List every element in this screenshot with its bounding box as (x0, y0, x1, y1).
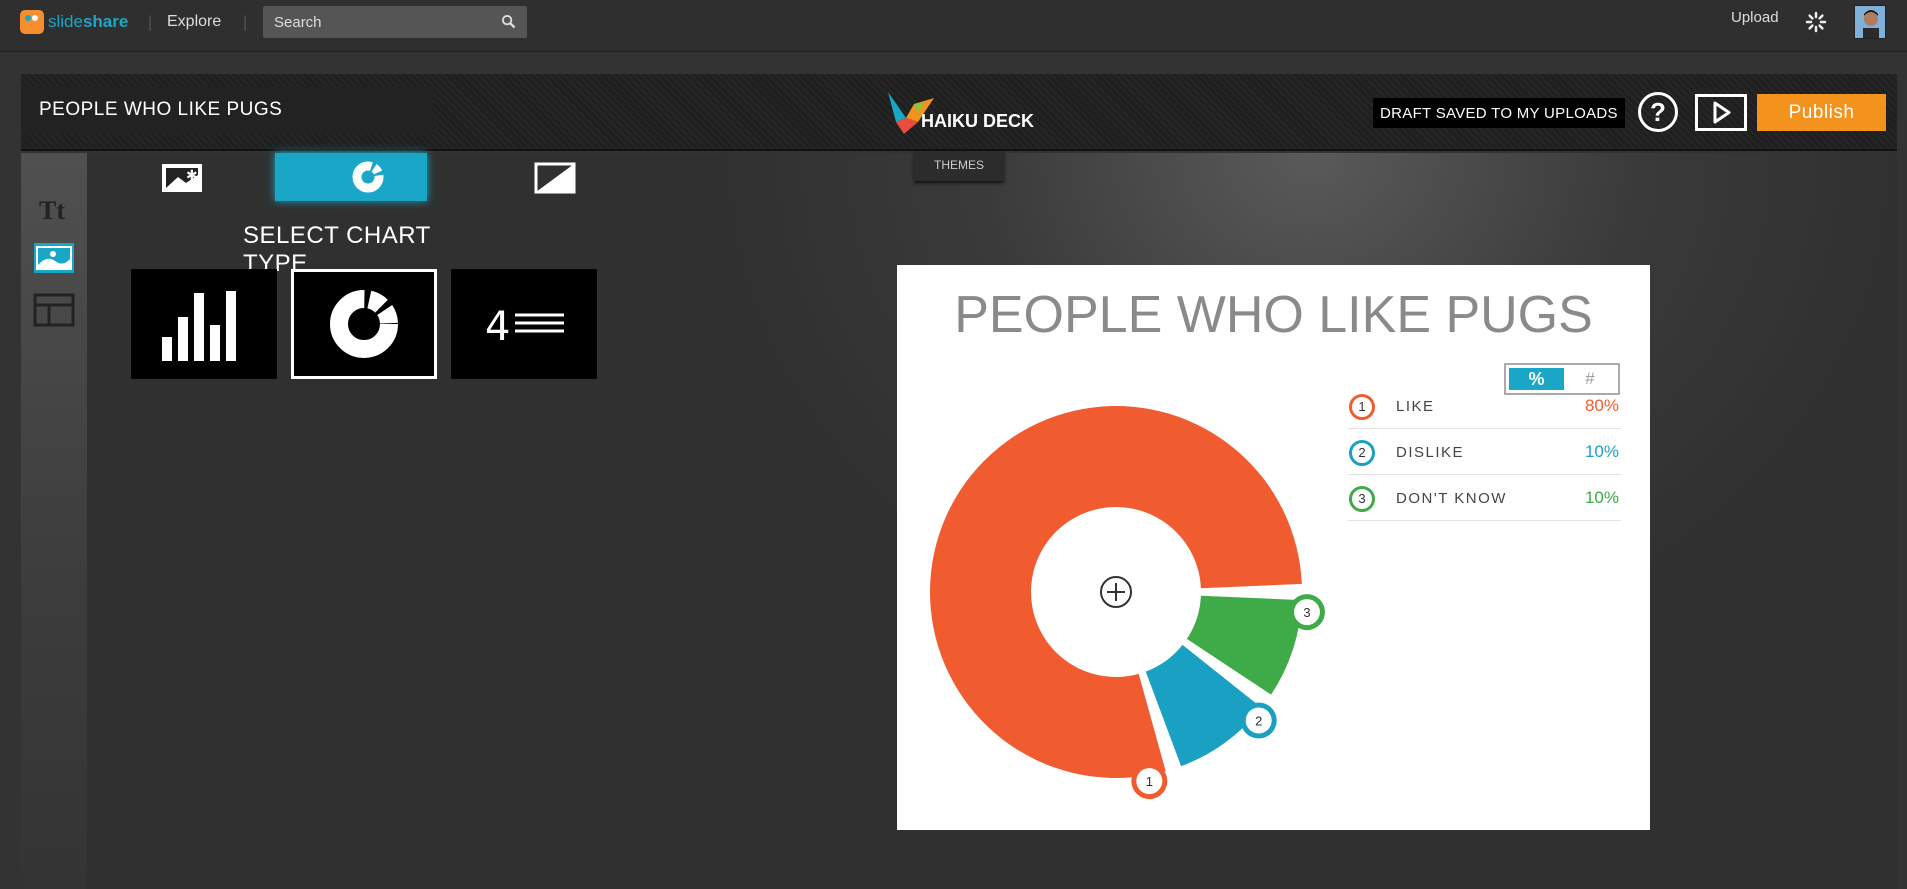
tab-chart[interactable] (275, 153, 427, 201)
slideshare-icon (20, 10, 44, 34)
svg-text:Tt: Tt (39, 196, 65, 225)
explore-link[interactable]: Explore (167, 13, 221, 31)
image-icon: ✱ (162, 164, 202, 192)
chart-type-number[interactable]: 4 (451, 269, 597, 379)
legend-value[interactable]: 10% (1585, 488, 1619, 508)
left-sidebar: Tt (21, 153, 87, 889)
upload-link[interactable]: Upload (1731, 9, 1779, 26)
donut-chart: 1 2 3 (930, 406, 1325, 800)
logo-text-share: share (82, 12, 129, 31)
svg-text:✱: ✱ (186, 168, 198, 184)
donut-chart-icon (330, 290, 398, 358)
slice-badge-3[interactable]: 3 (1288, 594, 1325, 631)
publish-button[interactable]: Publish (1757, 94, 1886, 131)
help-button[interactable]: ? (1638, 92, 1678, 132)
slice-badge-1[interactable]: 1 (1131, 763, 1168, 800)
legend-row[interactable]: 2 DISLIKE 10% (1348, 429, 1621, 475)
layout-tool-icon[interactable] (33, 293, 75, 327)
number-chart-icon: 4 (485, 304, 564, 350)
themes-tab[interactable]: THEMES (914, 151, 1004, 181)
chart-type-donut[interactable] (291, 269, 437, 379)
add-icon[interactable] (1100, 576, 1132, 608)
legend-value[interactable]: 80% (1585, 396, 1619, 416)
search-icon[interactable] (501, 14, 516, 29)
deck-toolbar: PEOPLE WHO LIKE PUGS HAIKU DECK DRAFT SA… (21, 74, 1897, 151)
user-avatar[interactable] (1854, 5, 1886, 39)
legend-label[interactable]: LIKE (1396, 398, 1435, 415)
slice-badge-2[interactable]: 2 (1240, 702, 1277, 739)
donut-chart-icon (352, 161, 384, 193)
search-box (263, 6, 527, 38)
legend-row[interactable]: 3 DON'T KNOW 10% (1348, 475, 1621, 521)
contrast-icon (534, 162, 576, 194)
draft-status-badge: DRAFT SAVED TO MY UPLOADS (1373, 98, 1625, 128)
legend-index: 1 (1349, 394, 1375, 420)
legend-value[interactable]: 10% (1585, 442, 1619, 462)
play-button[interactable] (1695, 94, 1747, 131)
text-tool-icon[interactable]: Tt (33, 193, 75, 227)
avatar-icon (1855, 6, 1885, 38)
logo-text-slide: slide (48, 12, 83, 31)
haiku-deck-brand: HAIKU DECK (921, 111, 1035, 131)
svg-text:2: 2 (1255, 713, 1262, 728)
loading-icon (1805, 11, 1827, 33)
tab-background[interactable] (480, 153, 630, 201)
chart-type-bar[interactable] (131, 269, 277, 379)
legend-label[interactable]: DISLIKE (1396, 444, 1464, 461)
legend-label[interactable]: DON'T KNOW (1396, 490, 1507, 507)
number-tile-digit: 4 (485, 304, 510, 350)
legend-index: 3 (1349, 486, 1375, 512)
search-input[interactable] (263, 6, 493, 38)
divider: | (148, 14, 153, 31)
slideshare-logo[interactable]: slide share (20, 8, 128, 36)
legend-row[interactable]: 1 LIKE 80% (1348, 383, 1621, 429)
top-bar: slideshare | Explore | Upload (0, 0, 1907, 52)
svg-text:3: 3 (1303, 605, 1310, 620)
play-icon (1713, 101, 1731, 124)
image-tool-icon[interactable] (33, 241, 75, 275)
deck-title-field[interactable]: PEOPLE WHO LIKE PUGS (21, 86, 434, 134)
tab-image[interactable]: ✱ (106, 153, 258, 201)
svg-text:1: 1 (1146, 774, 1153, 789)
slide-canvas[interactable]: PEOPLE WHO LIKE PUGS % # 123 1 LIKE 80% 2 DI… (897, 265, 1650, 830)
legend-index: 2 (1349, 440, 1375, 466)
bar-chart-icon (162, 291, 236, 361)
divider: | (243, 14, 248, 31)
